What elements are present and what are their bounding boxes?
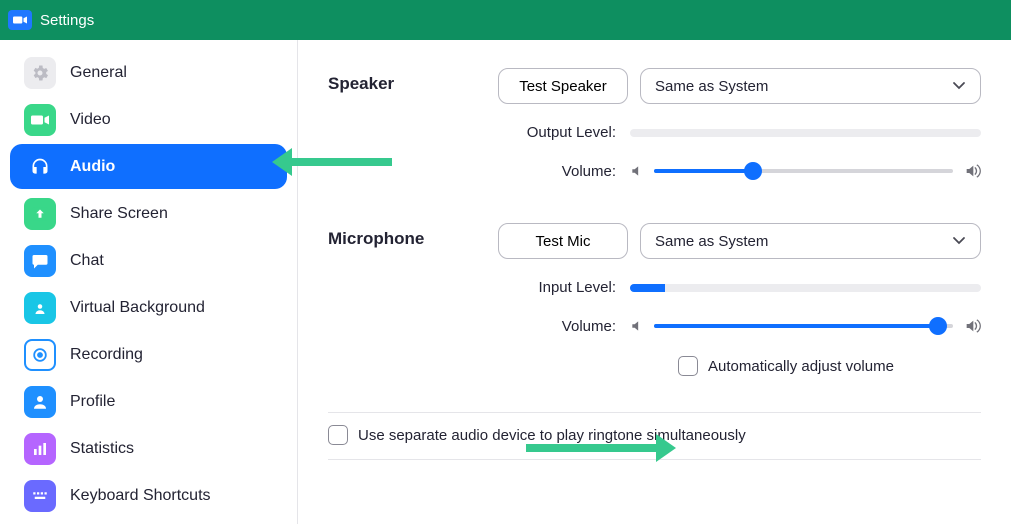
sidebar-item-statistics[interactable]: Statistics xyxy=(10,426,287,471)
speaker-volume-label: Volume: xyxy=(498,163,616,180)
sidebar-item-label: General xyxy=(70,64,127,82)
audio-settings-panel: Speaker Test Speaker Same as System Outp… xyxy=(298,40,1011,524)
ringtone-device-label: Use separate audio device to play ringto… xyxy=(358,427,746,444)
sidebar-item-video[interactable]: Video xyxy=(10,97,287,142)
sidebar-item-virtual-background[interactable]: Virtual Background xyxy=(10,285,287,330)
speaker-device-select[interactable]: Same as System xyxy=(640,68,981,104)
separator xyxy=(328,459,981,460)
speaker-device-value: Same as System xyxy=(655,78,768,95)
keyboard-icon xyxy=(24,480,56,512)
separator xyxy=(328,412,981,413)
output-level-label: Output Level: xyxy=(498,124,616,141)
share-screen-icon xyxy=(24,198,56,230)
statistics-icon xyxy=(24,433,56,465)
chevron-down-icon xyxy=(952,236,966,246)
test-speaker-button[interactable]: Test Speaker xyxy=(498,68,628,104)
auto-adjust-volume-label: Automatically adjust volume xyxy=(708,358,894,375)
input-level-meter xyxy=(630,284,981,292)
mic-device-value: Same as System xyxy=(655,233,768,250)
ringtone-device-checkbox[interactable] xyxy=(328,425,348,445)
speaker-section: Speaker Test Speaker Same as System Outp… xyxy=(328,68,981,201)
sidebar-item-general[interactable]: General xyxy=(10,50,287,95)
output-level-meter xyxy=(630,129,981,137)
titlebar: Settings xyxy=(0,0,1011,40)
sidebar-item-label: Video xyxy=(70,111,111,129)
chat-icon xyxy=(24,245,56,277)
volume-high-icon xyxy=(963,163,981,179)
speaker-volume-slider[interactable] xyxy=(654,161,953,181)
gear-icon xyxy=(24,57,56,89)
recording-icon xyxy=(24,339,56,371)
mic-volume-slider[interactable] xyxy=(654,316,953,336)
sidebar-item-chat[interactable]: Chat xyxy=(10,238,287,283)
ringtone-checkbox-row: Use separate audio device to play ringto… xyxy=(328,425,981,445)
sidebar-item-profile[interactable]: Profile xyxy=(10,379,287,424)
test-mic-button[interactable]: Test Mic xyxy=(498,223,628,259)
sidebar-item-label: Share Screen xyxy=(70,205,168,223)
headphones-icon xyxy=(24,151,56,183)
sidebar-item-share-screen[interactable]: Share Screen xyxy=(10,191,287,236)
sidebar-item-recording[interactable]: Recording xyxy=(10,332,287,377)
volume-low-icon xyxy=(630,164,644,178)
chevron-down-icon xyxy=(952,81,966,91)
sidebar-item-label: Recording xyxy=(70,346,143,364)
sidebar-item-label: Statistics xyxy=(70,440,134,458)
sidebar: General Video Audio Share Screen Chat xyxy=(0,40,298,524)
virtual-background-icon xyxy=(24,292,56,324)
zoom-icon xyxy=(8,10,32,30)
auto-adjust-volume-checkbox[interactable] xyxy=(678,356,698,376)
volume-low-icon xyxy=(630,319,644,333)
sidebar-item-label: Chat xyxy=(70,252,104,270)
sidebar-item-audio[interactable]: Audio xyxy=(10,144,287,189)
sidebar-item-label: Profile xyxy=(70,393,115,411)
microphone-title: Microphone xyxy=(328,223,498,249)
sidebar-item-label: Virtual Background xyxy=(70,299,205,317)
window-title: Settings xyxy=(40,12,94,29)
sidebar-item-label: Audio xyxy=(70,158,115,176)
mic-device-select[interactable]: Same as System xyxy=(640,223,981,259)
microphone-section: Microphone Test Mic Same as System Input… xyxy=(328,223,981,390)
volume-high-icon xyxy=(963,318,981,334)
video-icon xyxy=(24,104,56,136)
speaker-title: Speaker xyxy=(328,68,498,94)
sidebar-item-keyboard-shortcuts[interactable]: Keyboard Shortcuts xyxy=(10,473,287,518)
input-level-label: Input Level: xyxy=(498,279,616,296)
mic-volume-label: Volume: xyxy=(498,318,616,335)
sidebar-item-label: Keyboard Shortcuts xyxy=(70,487,211,505)
profile-icon xyxy=(24,386,56,418)
